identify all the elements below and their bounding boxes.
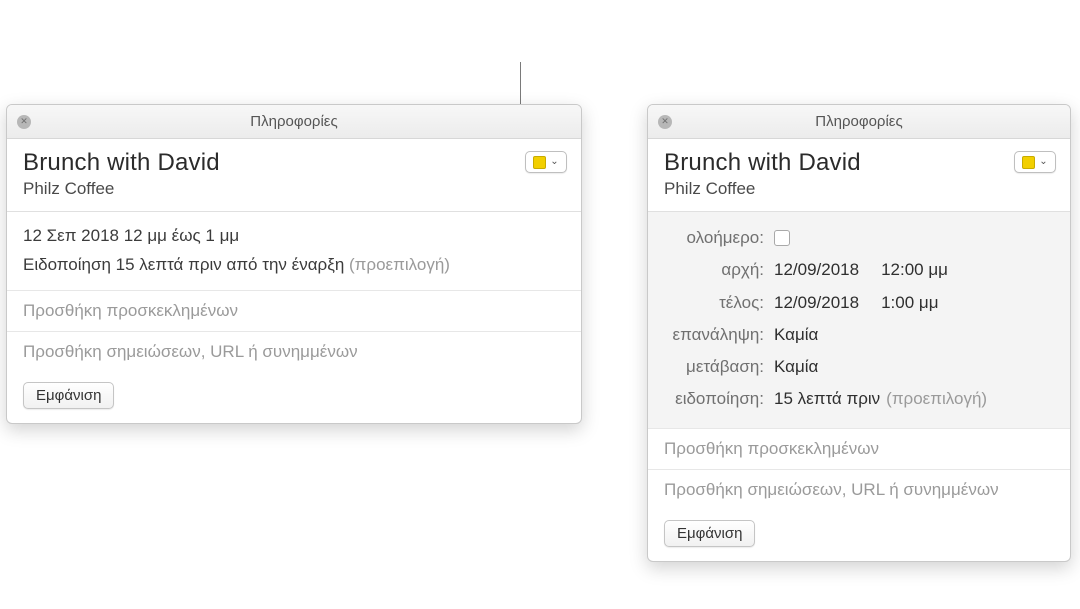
travel-value[interactable]: Καμία bbox=[774, 351, 818, 383]
alert-text: Ειδοποίηση 15 λεπτά πριν από την έναρξη bbox=[23, 255, 344, 274]
repeat-value[interactable]: Καμία bbox=[774, 319, 818, 351]
start-time[interactable]: 12:00 μμ bbox=[881, 254, 948, 286]
alert-value[interactable]: 15 λεπτά πριν bbox=[774, 383, 880, 415]
time-line: 12 Σεπ 2018 12 μμ έως 1 μμ bbox=[23, 222, 565, 251]
event-location[interactable]: Philz Coffee bbox=[23, 179, 565, 199]
end-time[interactable]: 1:00 μμ bbox=[881, 287, 938, 319]
calendar-picker[interactable]: ⌄ bbox=[1014, 151, 1056, 173]
alert-default: (προεπιλογή) bbox=[349, 255, 450, 274]
event-details: ολοήμερο: αρχή: 12/09/2018 12:00 μμ τέλο… bbox=[648, 212, 1070, 429]
close-icon[interactable] bbox=[17, 115, 31, 129]
row-repeat: επανάληψη: Καμία bbox=[664, 319, 1054, 351]
window-title: Πληροφορίες bbox=[250, 113, 337, 130]
add-invitees[interactable]: Προσθήκη προσκεκλημένων bbox=[7, 291, 581, 332]
label-travel: μετάβαση: bbox=[664, 351, 774, 383]
event-title[interactable]: Brunch with David bbox=[664, 149, 1054, 177]
alert-line: Ειδοποίηση 15 λεπτά πριν από την έναρξη … bbox=[23, 251, 565, 280]
start-date[interactable]: 12/09/2018 bbox=[774, 254, 859, 286]
titlebar: Πληροφορίες bbox=[648, 105, 1070, 139]
titlebar: Πληροφορίες bbox=[7, 105, 581, 139]
label-allday: ολοήμερο: bbox=[664, 222, 774, 254]
window-title: Πληροφορίες bbox=[815, 113, 902, 130]
calendar-color-swatch bbox=[533, 156, 546, 169]
button-row: Εμφάνιση bbox=[648, 510, 1070, 561]
chevron-down-icon: ⌄ bbox=[550, 157, 558, 167]
end-date[interactable]: 12/09/2018 bbox=[774, 287, 859, 319]
row-alert: ειδοποίηση: 15 λεπτά πριν (προεπιλογή) bbox=[664, 383, 1054, 415]
show-button[interactable]: Εμφάνιση bbox=[23, 382, 114, 409]
label-repeat: επανάληψη: bbox=[664, 319, 774, 351]
row-travel: μετάβαση: Καμία bbox=[664, 351, 1054, 383]
show-button[interactable]: Εμφάνιση bbox=[664, 520, 755, 547]
button-row: Εμφάνιση bbox=[7, 372, 581, 423]
event-location[interactable]: Philz Coffee bbox=[664, 179, 1054, 199]
row-start: αρχή: 12/09/2018 12:00 μμ bbox=[664, 254, 1054, 286]
event-title[interactable]: Brunch with David bbox=[23, 149, 565, 177]
calendar-picker[interactable]: ⌄ bbox=[525, 151, 567, 173]
allday-checkbox[interactable] bbox=[774, 230, 790, 246]
alert-default: (προεπιλογή) bbox=[886, 383, 987, 415]
add-invitees[interactable]: Προσθήκη προσκεκλημένων bbox=[648, 429, 1070, 470]
add-notes[interactable]: Προσθήκη σημειώσεων, URL ή συνημμένων bbox=[648, 470, 1070, 510]
calendar-color-swatch bbox=[1022, 156, 1035, 169]
label-start: αρχή: bbox=[664, 254, 774, 286]
event-info-panel-expanded: Πληροφορίες Brunch with David Philz Coff… bbox=[647, 104, 1071, 562]
label-alert: ειδοποίηση: bbox=[664, 383, 774, 415]
row-allday: ολοήμερο: bbox=[664, 222, 1054, 254]
event-header: Brunch with David Philz Coffee ⌄ bbox=[648, 139, 1070, 212]
event-info-panel-collapsed: Πληροφορίες Brunch with David Philz Coff… bbox=[6, 104, 582, 424]
event-header: Brunch with David Philz Coffee ⌄ bbox=[7, 139, 581, 212]
chevron-down-icon: ⌄ bbox=[1039, 157, 1047, 167]
label-end: τέλος: bbox=[664, 287, 774, 319]
row-end: τέλος: 12/09/2018 1:00 μμ bbox=[664, 287, 1054, 319]
time-summary[interactable]: 12 Σεπ 2018 12 μμ έως 1 μμ Ειδοποίηση 15… bbox=[7, 212, 581, 291]
add-notes[interactable]: Προσθήκη σημειώσεων, URL ή συνημμένων bbox=[7, 332, 581, 372]
close-icon[interactable] bbox=[658, 115, 672, 129]
